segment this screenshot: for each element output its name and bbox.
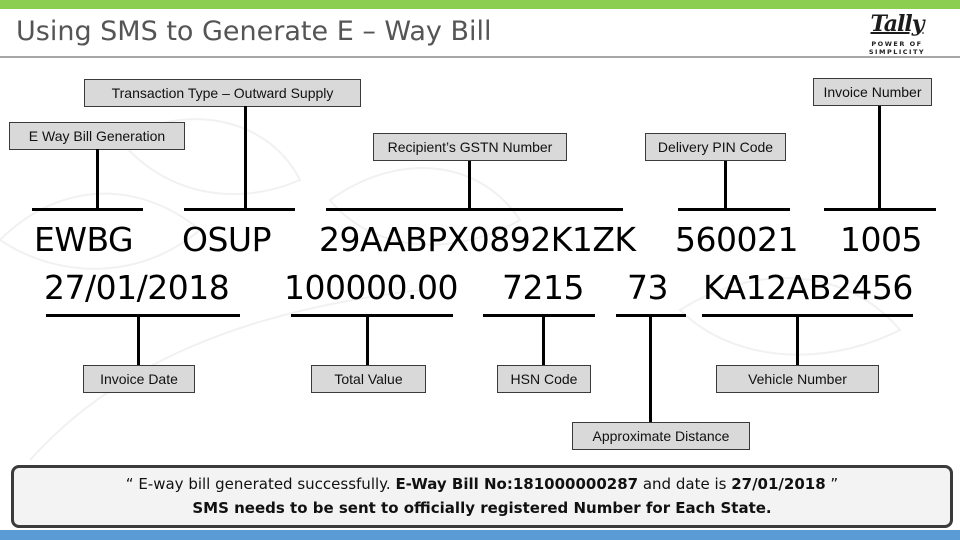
connector-vehicle-number: [796, 315, 799, 365]
connector-delivery-pin: [724, 161, 727, 210]
underline-hsn-code: [483, 314, 595, 317]
sms-response-text: “ E-way bill generated successfully. E-W…: [14, 472, 950, 496]
underline-osup: [184, 208, 295, 211]
connector-invoice-number: [878, 106, 881, 210]
label-total-value: Total Value: [311, 365, 426, 393]
value-invoice-number: 1005: [840, 220, 922, 259]
connector-eway-bill-generation: [96, 149, 99, 210]
value-approx-distance: 73: [627, 268, 669, 307]
label-approx-distance: Approximate Distance: [572, 422, 750, 450]
label-recipient-gstn: Recipient’s GSTN Number: [373, 133, 567, 161]
response-date: 27/01/2018: [731, 475, 826, 493]
response-ewb-number: E-Way Bill No:181000000287: [395, 475, 639, 493]
label-hsn-code: HSN Code: [497, 365, 591, 393]
value-delivery-pin: 560021: [675, 220, 798, 259]
label-invoice-date: Invoice Date: [83, 365, 195, 393]
underline-total-value: [291, 314, 453, 317]
value-recipient-gstn: 29AABPX0892K1ZK: [319, 220, 636, 259]
response-intro: “ E-way bill generated successfully.: [125, 475, 396, 493]
connector-recipient-gstn: [468, 161, 471, 210]
label-transaction-type: Transaction Type – Outward Supply: [84, 79, 361, 107]
value-vehicle-number: KA12AB2456: [703, 268, 913, 307]
underline-pin: [678, 208, 790, 211]
logo-tagline: POWER OF SIMPLICITY: [868, 40, 926, 56]
label-delivery-pin: Delivery PIN Code: [645, 133, 786, 161]
sms-registration-note: SMS needs to be sent to officially regis…: [192, 499, 772, 517]
top-accent-bar: [0, 0, 960, 9]
label-invoice-number: Invoice Number: [813, 78, 932, 106]
value-invoice-date: 27/01/2018: [44, 268, 230, 307]
bottom-accent-bar: [0, 530, 960, 540]
tally-logo: Tally POWER OF SIMPLICITY: [842, 11, 952, 56]
value-command: EWBG: [34, 220, 134, 259]
underline-gstn: [326, 208, 623, 211]
label-vehicle-number: Vehicle Number: [716, 365, 879, 393]
connector-approx-distance: [649, 315, 652, 423]
underline-invoice-number: [824, 208, 936, 211]
connector-transaction-type: [244, 106, 247, 210]
connector-invoice-date: [137, 315, 140, 365]
slide-title: Using SMS to Generate E – Way Bill: [16, 16, 492, 47]
value-hsn-code: 7215: [502, 268, 584, 307]
connector-hsn-code: [542, 315, 545, 365]
background-leaf-decoration: [0, 118, 902, 460]
value-total-value: 100000.00: [284, 268, 458, 307]
response-close: ”: [825, 475, 839, 493]
title-divider: [0, 56, 960, 58]
underline-invoice-date: [46, 314, 240, 317]
value-transaction-type: OSUP: [182, 220, 271, 259]
label-eway-bill-generation: E Way Bill Generation: [9, 122, 185, 150]
logo-wordmark: Tally: [870, 11, 924, 37]
underline-vehicle-number: [702, 314, 913, 317]
sms-response-box: “ E-way bill generated successfully. E-W…: [11, 465, 953, 528]
response-mid: and date is: [638, 475, 732, 493]
connector-total-value: [366, 315, 369, 365]
underline-ewbg: [32, 208, 143, 211]
